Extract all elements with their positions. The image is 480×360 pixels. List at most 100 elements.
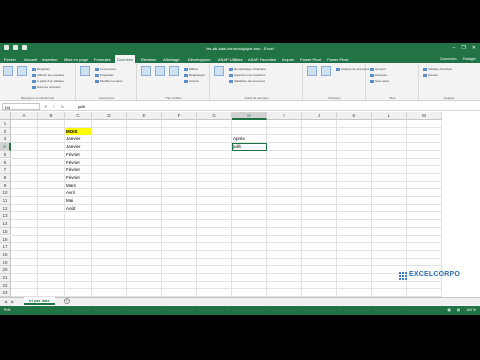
column-header[interactable]: D [92, 112, 127, 120]
prev-sheet-icon[interactable]: ◀ [4, 299, 7, 304]
ribbon-item[interactable]: Validation des données [229, 79, 265, 83]
ribbon-item[interactable]: Remplissage instantané [229, 67, 266, 71]
refresh-all-icon[interactable] [80, 66, 90, 76]
tab-asap-favorites[interactable]: ASAP Favorites [246, 55, 278, 63]
cell-c8[interactable]: Février [65, 174, 92, 182]
row-header[interactable]: 18 [0, 250, 11, 259]
what-if-icon[interactable] [307, 66, 317, 76]
zoom-level[interactable]: 100 % [466, 308, 476, 312]
tab-mise-en-page[interactable]: Mise en page [62, 55, 90, 63]
cell-c2[interactable]: MOIS [65, 127, 92, 136]
sort-az-icon[interactable] [141, 66, 151, 76]
row-header[interactable]: 13 [0, 212, 11, 221]
tab-power-pivot-2[interactable]: Power Pivot [325, 55, 350, 63]
cell-c6[interactable]: Février [65, 159, 92, 167]
column-header[interactable]: J [302, 112, 337, 120]
cell-c9[interactable]: Mars [65, 182, 92, 190]
row-header[interactable]: 8 [0, 173, 11, 182]
row-header[interactable]: 10 [0, 189, 11, 197]
column-header[interactable]: H [232, 112, 267, 120]
enter-icon[interactable]: ✓ [52, 104, 55, 109]
ribbon-item[interactable]: Requêtes [32, 67, 50, 71]
tab-revision[interactable]: Révision [139, 55, 158, 63]
column-header[interactable]: A [11, 112, 38, 120]
filter-icon[interactable] [169, 66, 179, 76]
normal-view-icon[interactable]: ▦ [447, 308, 450, 312]
column-header[interactable]: L [372, 112, 407, 120]
tab-accueil[interactable]: Accueil [22, 55, 39, 63]
row-header[interactable]: 12 [0, 204, 11, 213]
cancel-icon[interactable]: ✕ [44, 104, 47, 109]
row-header[interactable]: 19 [0, 258, 11, 267]
add-sheet-button[interactable]: + [64, 298, 70, 304]
tab-affichage[interactable]: Affichage [161, 55, 182, 63]
tab-developpeur[interactable]: Développeur [186, 55, 213, 63]
ribbon-item[interactable]: Solveur [423, 73, 438, 77]
tab-formules[interactable]: Formules [92, 55, 113, 63]
ribbon-item[interactable]: Dissocier [370, 73, 387, 77]
column-header[interactable]: K [337, 112, 372, 120]
ribbon-item[interactable]: Afficher les requêtes [32, 73, 64, 77]
minimize-button[interactable]: – [453, 45, 456, 51]
tab-asap-utilities[interactable]: ASAP Utilities [216, 55, 245, 63]
column-header[interactable]: B [38, 112, 65, 120]
sheet-tab-tri-par-date[interactable]: tri par date [24, 297, 55, 305]
restore-button[interactable]: ❐ [461, 45, 465, 51]
ribbon-item[interactable]: Connexions [95, 67, 116, 71]
cell-c7[interactable]: Février [65, 166, 92, 174]
ribbon-item[interactable]: Propriétés [95, 73, 114, 77]
cell-c5[interactable]: Février [65, 151, 92, 159]
ribbon-item[interactable]: À partir d'un tableau [32, 79, 64, 83]
forecast-sheet-icon[interactable] [321, 66, 331, 76]
tab-fichier[interactable]: Fichier [2, 55, 18, 63]
cell-c10[interactable]: Avril [65, 189, 92, 197]
row-header[interactable]: 16 [0, 235, 11, 244]
name-box[interactable]: H4 [2, 103, 40, 110]
row-header[interactable]: 4 [0, 143, 11, 151]
cell-c4[interactable]: Janvier [65, 143, 92, 151]
ribbon-item[interactable]: Avancé [184, 79, 199, 83]
row-header[interactable]: 21 [0, 274, 11, 282]
row-header[interactable]: 11 [0, 197, 11, 205]
ribbon-item[interactable]: Effacer [184, 67, 198, 71]
tab-donnees[interactable]: Données [115, 55, 136, 63]
row-header[interactable]: 3 [0, 135, 11, 144]
cell-c11[interactable]: Mai [65, 197, 92, 205]
row-header[interactable]: 1 [0, 120, 11, 128]
cell-c12[interactable]: Août [65, 205, 92, 213]
row-header[interactable]: 7 [0, 166, 11, 174]
column-header[interactable]: I [267, 112, 302, 120]
ribbon-item[interactable]: Modifier les liens [95, 79, 122, 83]
column-header[interactable]: E [127, 112, 162, 120]
text-to-columns-icon[interactable] [214, 66, 224, 76]
cell-c3[interactable]: Janvier [65, 135, 92, 143]
row-header[interactable]: 20 [0, 266, 11, 274]
ribbon-item[interactable]: Réappliquer [184, 73, 205, 77]
select-all-corner[interactable] [0, 112, 11, 120]
fx-icon[interactable]: fx [61, 104, 64, 109]
close-button[interactable]: ✕ [472, 45, 476, 51]
formula-input[interactable]: juillt [76, 103, 476, 110]
new-query-icon[interactable] [3, 66, 13, 76]
column-header[interactable]: M [407, 112, 442, 120]
row-header[interactable]: 15 [0, 227, 11, 236]
row-header[interactable]: 23 [0, 289, 11, 298]
ribbon-item[interactable]: Supprimer les doublons [229, 73, 266, 77]
sign-in-link[interactable]: Connexion [440, 57, 457, 61]
column-header[interactable]: C [65, 112, 92, 120]
get-data-icon[interactable] [17, 66, 27, 76]
ribbon-item[interactable]: Analyse de scénarios [336, 67, 370, 71]
row-header[interactable]: 14 [0, 220, 11, 228]
ribbon-item[interactable]: Utilitaire d'analyse [423, 67, 452, 71]
row-header[interactable]: 5 [0, 150, 11, 159]
row-header[interactable]: 2 [0, 127, 11, 136]
ribbon-item[interactable]: Sources récentes [32, 85, 60, 89]
next-sheet-icon[interactable]: ▶ [11, 299, 14, 304]
tab-power-pivot-1[interactable]: Power Pivot [298, 55, 323, 63]
row-header[interactable]: 9 [0, 181, 11, 190]
tab-insertion[interactable]: Insertion [40, 55, 59, 63]
share-button[interactable]: Partager [463, 57, 476, 61]
cell-h3[interactable]: Après [232, 135, 267, 143]
worksheet-grid[interactable]: A B C D E F G H I J K L M 1 2 3 4 5 6 7 8 9 10 11 12 13 14 15 16 17 18… [0, 112, 480, 313]
tab-inquire[interactable]: Inquire [280, 55, 296, 63]
